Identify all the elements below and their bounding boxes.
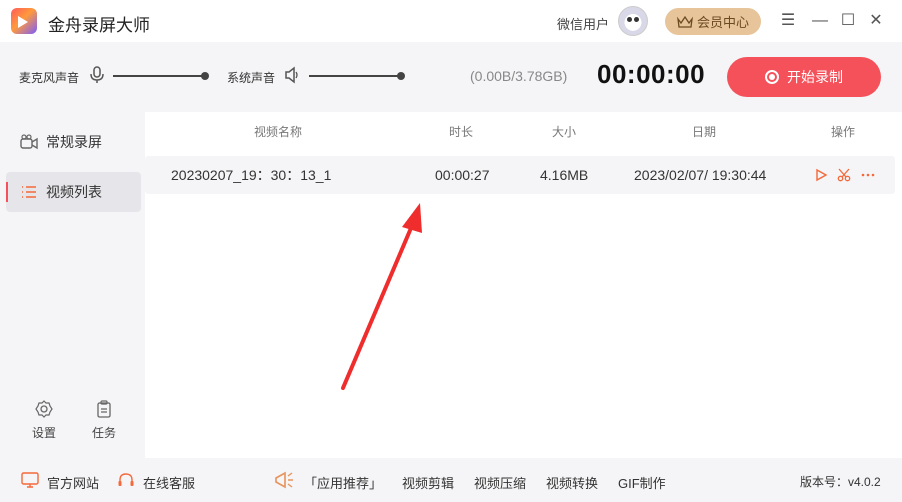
close-icon[interactable]: ✕ <box>866 11 886 31</box>
system-volume-label: 系统声音 <box>227 71 276 85</box>
scissors-icon[interactable] <box>837 168 851 182</box>
minimize-icon[interactable]: — <box>810 11 830 31</box>
mic-volume-slider[interactable] <box>113 72 209 80</box>
start-recording-button[interactable]: 开始录制 <box>727 57 881 97</box>
user-name[interactable]: 微信用户 <box>557 14 609 33</box>
system-volume-knob[interactable] <box>397 72 405 80</box>
sidebar-item-normal-record[interactable]: 常规录屏 <box>6 122 141 162</box>
footer-link-video-convert[interactable]: 视频转换 <box>546 473 598 492</box>
sidebar-item-video-list[interactable]: 视频列表 <box>6 172 141 212</box>
table-row[interactable]: 20230207_19：30：13_1 00:00:27 4.16MB 2023… <box>145 156 895 194</box>
app-logo-icon <box>11 8 37 34</box>
tasks-button[interactable]: 任务 <box>89 400 119 441</box>
mic-volume-label: 麦克风声音 <box>19 71 80 85</box>
settings-label: 设置 <box>31 426 56 440</box>
more-icon[interactable] <box>861 168 875 182</box>
table-header: 视频名称 时长 大小 日期 操作 <box>145 112 902 152</box>
speaker-icon[interactable] <box>284 66 300 84</box>
monitor-icon <box>21 472 39 488</box>
member-center-label: 会员中心 <box>696 15 749 30</box>
clipboard-icon <box>97 400 111 418</box>
record-icon <box>765 70 779 84</box>
recording-timer: 00:00:00 <box>597 59 706 89</box>
crown-icon <box>677 15 693 28</box>
sidebar: 常规录屏 视频列表 设置 任务 <box>0 112 145 458</box>
column-header-size: 大小 <box>552 125 577 139</box>
footer-link-gif[interactable]: GIF制作 <box>618 473 666 492</box>
settings-button[interactable]: 设置 <box>29 400 59 441</box>
menu-icon[interactable]: ☰ <box>778 11 798 31</box>
video-list-panel: 视频名称 时长 大小 日期 操作 20230207_19：30：13_1 00:… <box>145 112 902 458</box>
list-icon <box>22 186 36 198</box>
video-duration: 00:00:27 <box>435 167 490 183</box>
headset-icon <box>118 473 134 486</box>
footer-link-video-compress[interactable]: 视频压缩 <box>474 473 526 492</box>
member-center-button[interactable]: 会员中心 <box>665 8 761 35</box>
footer-bar: 官方网站 在线客服 「应用推荐」 视频剪辑 视频压缩 视频转换 GIF制作 版本… <box>0 458 902 502</box>
storage-usage: (0.00B/3.78GB) <box>470 68 568 84</box>
official-website-link[interactable]: 官方网站 <box>47 473 99 492</box>
footer-link-video-edit[interactable]: 视频剪辑 <box>402 473 454 492</box>
tasks-label: 任务 <box>91 426 116 440</box>
online-service-link[interactable]: 在线客服 <box>143 473 195 492</box>
mic-volume-knob[interactable] <box>201 72 209 80</box>
annotation-arrow-icon <box>341 203 422 390</box>
start-recording-label: 开始录制 <box>787 69 843 85</box>
column-header-actions: 操作 <box>831 125 856 139</box>
app-recommend-link[interactable]: 「应用推荐」 <box>304 473 382 492</box>
video-date: 2023/02/07/ 19:30:44 <box>634 167 767 183</box>
megaphone-icon <box>275 471 293 489</box>
column-header-name: 视频名称 <box>254 125 303 139</box>
column-header-duration: 时长 <box>449 125 474 139</box>
gear-icon <box>35 400 53 418</box>
video-size: 4.16MB <box>540 167 589 183</box>
camera-icon <box>20 134 38 150</box>
system-volume-slider[interactable] <box>309 72 405 80</box>
video-name: 20230207_19：30：13_1 <box>171 167 332 183</box>
version-label: 版本号：v4.0.2 <box>800 475 881 489</box>
sidebar-item-label: 常规录屏 <box>46 134 102 150</box>
column-header-date: 日期 <box>692 125 717 139</box>
maximize-icon[interactable]: ☐ <box>838 11 858 31</box>
avatar[interactable] <box>618 6 648 36</box>
sidebar-item-label: 视频列表 <box>46 184 102 200</box>
play-icon[interactable] <box>814 168 828 182</box>
app-title: 金舟录屏大师 <box>48 16 150 35</box>
control-bar: 麦克风声音 系统声音 (0.00B/3.78GB) 00:00:00 开始录制 <box>0 42 902 112</box>
microphone-icon[interactable] <box>89 66 105 84</box>
title-bar: 金舟录屏大师 微信用户 会员中心 ☰ — ☐ ✕ <box>0 0 902 42</box>
